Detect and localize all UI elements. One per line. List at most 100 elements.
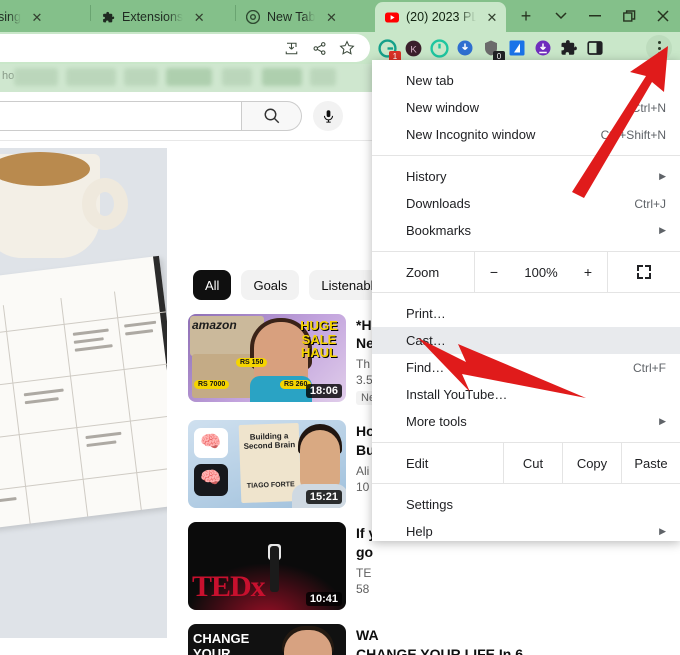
tedx-talk-thumbnail[interactable]: TEDx 10:41 bbox=[188, 522, 346, 610]
cut-button[interactable]: Cut bbox=[504, 443, 562, 483]
video-duration: 18:06 bbox=[306, 384, 342, 398]
menu-item-history[interactable]: History ▶ bbox=[372, 163, 680, 190]
chevron-right-icon: ▶ bbox=[659, 526, 666, 537]
chip-goals[interactable]: Goals bbox=[241, 270, 299, 300]
bookmark-blurred[interactable] bbox=[262, 68, 302, 86]
copy-button[interactable]: Copy bbox=[563, 443, 621, 483]
menu-item-print[interactable]: Print… bbox=[372, 300, 680, 327]
tab-extensions[interactable]: Extensions ✕ bbox=[91, 2, 235, 32]
menu-item-label: Cast… bbox=[406, 333, 666, 348]
maximize-restore-icon[interactable] bbox=[612, 0, 646, 32]
adblock-extension-icon[interactable]: 0 bbox=[480, 37, 502, 59]
menu-item-new-incognito-window[interactable]: New Incognito window Ctrl+Shift+N bbox=[372, 121, 680, 148]
search-input[interactable] bbox=[0, 101, 242, 131]
mic-button[interactable] bbox=[313, 101, 343, 131]
bookmark-blurred[interactable] bbox=[222, 68, 252, 86]
download-manager-extension-icon[interactable] bbox=[532, 37, 554, 59]
omnibox-actions bbox=[278, 32, 360, 64]
menu-item-new-tab[interactable]: New tab bbox=[372, 67, 680, 94]
bookmark-blurred[interactable] bbox=[310, 68, 336, 86]
bookmark-blurred[interactable] bbox=[124, 68, 158, 86]
install-app-icon[interactable] bbox=[278, 35, 304, 61]
notes-extension-icon[interactable] bbox=[506, 37, 528, 59]
menu-item-label: Install YouTube… bbox=[406, 387, 666, 402]
share-icon[interactable] bbox=[306, 35, 332, 61]
fullscreen-button[interactable] bbox=[608, 252, 680, 292]
video-title-line1: WA bbox=[356, 626, 537, 644]
menu-item-cast[interactable]: Cast… bbox=[372, 327, 680, 354]
tab-search-chevron-down-icon[interactable] bbox=[544, 0, 578, 32]
close-window-icon[interactable] bbox=[646, 0, 680, 32]
search-button[interactable] bbox=[242, 101, 302, 131]
tab-close-icon[interactable]: ✕ bbox=[191, 9, 207, 25]
bookmark-blurred[interactable] bbox=[166, 68, 212, 86]
building-a-second-brain-thumbnail[interactable]: 🧠 🧠 Building a Second Brain TIAGO FORTE … bbox=[188, 420, 346, 508]
bookmark-blurred[interactable] bbox=[66, 68, 116, 86]
bookmark-star-icon[interactable] bbox=[334, 35, 360, 61]
video-duration: 15:21 bbox=[306, 490, 342, 504]
menu-item-install-youtube[interactable]: Install YouTube… bbox=[372, 381, 680, 408]
chrome-menu-kebab-icon[interactable] bbox=[646, 35, 672, 61]
bookmark-label-left[interactable]: ho bbox=[2, 70, 14, 82]
chevron-right-icon: ▶ bbox=[659, 225, 666, 236]
video-channel[interactable]: TE bbox=[356, 566, 376, 580]
menu-item-label: New Incognito window bbox=[406, 127, 601, 142]
fullscreen-icon bbox=[637, 265, 651, 279]
thumbnail-price-tag: RS 150 bbox=[236, 358, 267, 367]
thumbnail-price-tag: RS 7000 bbox=[194, 380, 229, 389]
tab-phrasing[interactable]: phrasing ✕ bbox=[0, 2, 90, 32]
chevron-right-icon: ▶ bbox=[659, 171, 666, 182]
window-controls bbox=[544, 0, 680, 32]
header-divider bbox=[0, 140, 380, 141]
bookmark-blurred[interactable] bbox=[14, 68, 58, 86]
youtube-icon bbox=[385, 10, 399, 24]
coffee-mug-image bbox=[0, 154, 132, 266]
tab-strip: phrasing ✕ Extensions ✕ New Tab ✕ (20) 2… bbox=[0, 0, 680, 32]
video-list-item[interactable]: CHANGE YOUR LIFE IN 6 MONTHS! Rob Dial 1… bbox=[188, 624, 608, 655]
grammarly-extension-icon[interactable]: 1 bbox=[376, 37, 398, 59]
thumbnail-book-author: TIAGO FORTE bbox=[245, 481, 297, 491]
zoom-out-button[interactable]: − bbox=[475, 252, 513, 292]
menu-item-more-tools[interactable]: More tools ▶ bbox=[372, 408, 680, 435]
tab-close-icon[interactable]: ✕ bbox=[484, 9, 500, 25]
new-tab-button[interactable]: + bbox=[512, 2, 540, 30]
change-your-life-in-6-months-thumbnail[interactable]: CHANGE YOUR LIFE IN 6 MONTHS! Rob Dial 1… bbox=[188, 624, 346, 655]
tab-new-tab[interactable]: New Tab ✕ bbox=[236, 2, 375, 32]
chip-all[interactable]: All bbox=[193, 270, 231, 300]
paste-button[interactable]: Paste bbox=[622, 443, 680, 483]
zoom-in-button[interactable]: + bbox=[569, 252, 607, 292]
menu-item-label: History bbox=[406, 169, 651, 184]
side-panel-icon[interactable] bbox=[584, 37, 606, 59]
thumbnail-book-title: Building a Second Brain bbox=[243, 431, 296, 451]
filter-chips: All Goals Listenable bbox=[193, 270, 393, 300]
tab-youtube-active[interactable]: (20) 2023 PLA ✕ bbox=[375, 2, 506, 32]
tab-title: New Tab bbox=[267, 10, 315, 24]
menu-item-label: Find… bbox=[406, 360, 633, 375]
video-player[interactable] bbox=[0, 148, 167, 638]
zoom-label: Zoom bbox=[372, 252, 474, 292]
menu-item-label: Settings bbox=[406, 497, 666, 512]
thumbnail-headline-text: HUGE SALE HAUL bbox=[295, 319, 343, 360]
zoom-level-value: 100% bbox=[513, 252, 569, 292]
tab-title: (20) 2023 PLA bbox=[406, 10, 476, 24]
video-downloader-extension-icon[interactable] bbox=[454, 37, 476, 59]
grammar-check-extension-icon[interactable] bbox=[428, 37, 450, 59]
menu-item-downloads[interactable]: Downloads Ctrl+J bbox=[372, 190, 680, 217]
amazon-huge-sale-haul-thumbnail[interactable]: amazon HUGE SALE HAUL RS 150 RS 7000 RS … bbox=[188, 314, 346, 402]
extensions-puzzle-icon[interactable] bbox=[558, 37, 580, 59]
menu-item-new-window[interactable]: New window Ctrl+N bbox=[372, 94, 680, 121]
tab-close-icon[interactable]: ✕ bbox=[323, 9, 339, 25]
menu-item-settings[interactable]: Settings bbox=[372, 491, 680, 518]
dark-reader-extension-icon[interactable]: K bbox=[402, 37, 424, 59]
chrome-icon bbox=[246, 10, 260, 24]
svg-text:K: K bbox=[410, 44, 417, 55]
minimize-icon[interactable] bbox=[578, 0, 612, 32]
tab-title: Extensions bbox=[122, 10, 183, 24]
menu-item-bookmarks[interactable]: Bookmarks ▶ bbox=[372, 217, 680, 244]
menu-item-help[interactable]: Help ▶ bbox=[372, 518, 680, 541]
menu-separator bbox=[372, 155, 680, 156]
menu-item-find[interactable]: Find… Ctrl+F bbox=[372, 354, 680, 381]
thumbnail-tedx-logo: TEDx bbox=[192, 570, 265, 604]
menu-zoom-row: Zoom − 100% + bbox=[372, 251, 680, 293]
tab-close-icon[interactable]: ✕ bbox=[29, 9, 45, 25]
